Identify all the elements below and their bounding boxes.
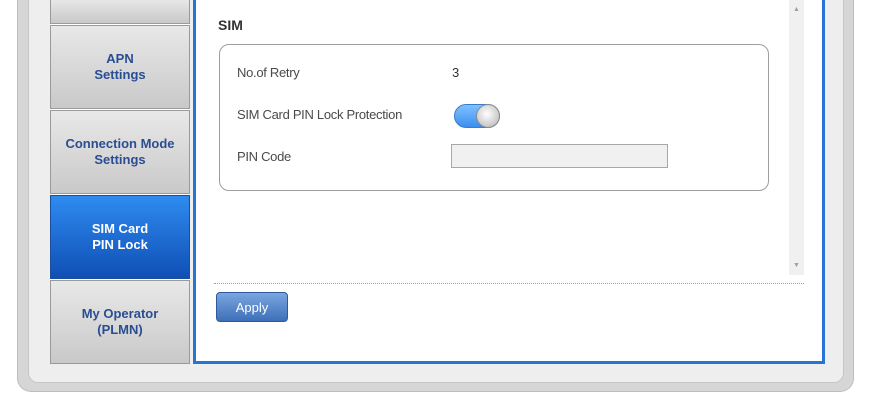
pin-code-input[interactable] <box>451 144 668 168</box>
sidebar-item-my-operator[interactable]: My Operator (PLMN) <box>50 280 190 364</box>
section-title: SIM <box>218 17 243 33</box>
settings-sidebar: APN Settings Connection Mode Settings SI… <box>50 0 190 364</box>
divider <box>214 283 804 284</box>
sim-settings-box: No.of Retry 3 SIM Card PIN Lock Protecti… <box>219 44 769 191</box>
sidebar-item-label: SIM Card PIN Lock <box>91 221 149 252</box>
retry-label: No.of Retry <box>237 65 300 80</box>
toggle-knob <box>476 104 500 128</box>
sidebar-item-sim-pin-lock[interactable]: SIM Card PIN Lock <box>50 195 190 279</box>
sidebar-item-label: Connection Mode Settings <box>65 136 175 167</box>
content-panel: SIM No.of Retry 3 SIM Card PIN Lock Prot… <box>193 0 825 364</box>
sidebar-item-apn-settings[interactable]: APN Settings <box>50 25 190 109</box>
pin-lock-toggle[interactable] <box>454 104 500 128</box>
sidebar-item-label: My Operator (PLMN) <box>81 306 159 337</box>
pin-code-label: PIN Code <box>237 149 291 164</box>
retry-value: 3 <box>452 65 460 80</box>
apply-button[interactable]: Apply <box>216 292 288 322</box>
vertical-scrollbar[interactable]: ▲ ▼ <box>789 0 804 275</box>
scroll-up-arrow-icon[interactable]: ▲ <box>789 2 804 17</box>
pin-lock-label: SIM Card PIN Lock Protection <box>237 107 402 122</box>
sidebar-item-top[interactable] <box>50 0 190 24</box>
sidebar-item-connection-mode[interactable]: Connection Mode Settings <box>50 110 190 194</box>
sidebar-item-label: APN Settings <box>94 51 146 82</box>
scroll-down-arrow-icon[interactable]: ▼ <box>789 258 804 273</box>
